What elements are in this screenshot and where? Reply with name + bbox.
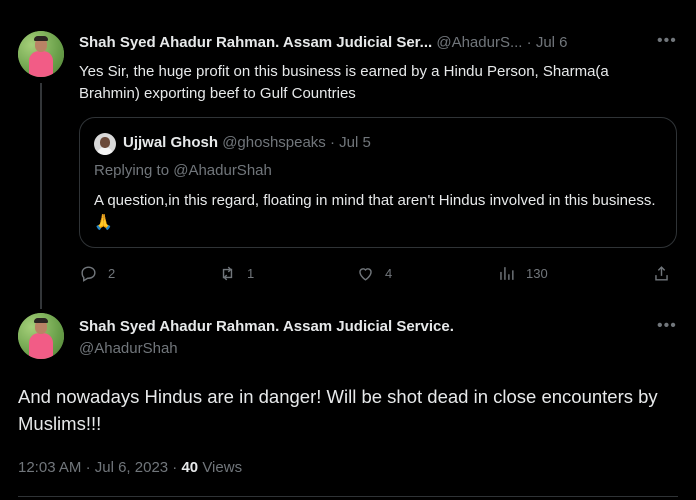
share-icon (655, 266, 668, 281)
tweet-date[interactable]: Jul 6 (536, 34, 568, 51)
like-count: 4 (385, 266, 393, 281)
retweet-button[interactable]: 1 (218, 264, 254, 283)
author-name[interactable]: Shah Syed Ahadur Rahman. Assam Judicial … (79, 34, 432, 51)
quoted-tweet-text: A question,in this regard, floating in m… (94, 192, 656, 231)
views-count: 130 (526, 266, 548, 281)
like-button[interactable]: 4 (356, 264, 392, 283)
main-tweet-text: And nowadays Hindus are in danger! Will … (18, 386, 658, 434)
views-label: Views (202, 459, 243, 476)
heart-icon (359, 268, 372, 281)
share-button[interactable] (652, 264, 671, 283)
main-author-name[interactable]: Shah Syed Ahadur Rahman. Assam Judicial … (79, 318, 454, 335)
more-horizontal-icon[interactable]: ••• (657, 317, 677, 335)
reply-icon (81, 266, 96, 282)
retweet-count: 1 (247, 266, 255, 281)
reply-tweet-text: Yes Sir, the huge profit on this busines… (79, 63, 609, 102)
replying-to: Replying to @AhadurShah (94, 162, 272, 179)
quoted-author-name: Ujjwal Ghosh (123, 134, 219, 151)
separator-dot: · (172, 459, 178, 476)
views-button[interactable]: 130 (497, 264, 548, 283)
main-tweet-meta: 12:03 AM · Jul 6, 2023 · 40 Views (18, 459, 242, 476)
separator-dot: · (329, 134, 335, 151)
views-total: 40 (181, 459, 199, 476)
more-horizontal-icon[interactable]: ••• (657, 32, 677, 50)
tweet-time[interactable]: 12:03 AM (18, 459, 81, 476)
tweet-actions: 2 1 4 130 (79, 264, 677, 286)
quoted-tweet-card[interactable]: Ujjwal Ghosh @ghoshspeaks · Jul 5 Replyi… (79, 117, 677, 248)
retweet-icon (222, 266, 233, 281)
reply-tweet-header: Shah Syed Ahadur Rahman. Assam Judicial … (79, 34, 568, 51)
quoted-tweet-header: Ujjwal Ghosh @ghoshspeaks · Jul 5 (123, 134, 371, 151)
main-author-avatar[interactable] (18, 313, 64, 359)
main-author-handle[interactable]: @AhadurShah (79, 340, 178, 357)
author-handle[interactable]: @AhadurS... (436, 34, 522, 51)
views-chart-icon (500, 267, 514, 280)
divider (18, 496, 678, 497)
separator-dot: · (85, 459, 91, 476)
tweet-full-date[interactable]: Jul 6, 2023 (95, 459, 168, 476)
quoted-author-handle: @ghoshspeaks (222, 134, 326, 151)
thread-line (40, 83, 42, 309)
quoted-author-avatar (94, 133, 116, 155)
separator-dot: · (526, 34, 532, 51)
quoted-tweet-date: Jul 5 (339, 134, 371, 151)
reply-count: 2 (108, 266, 116, 281)
reply-button[interactable]: 2 (79, 264, 115, 283)
author-avatar[interactable] (18, 31, 64, 77)
